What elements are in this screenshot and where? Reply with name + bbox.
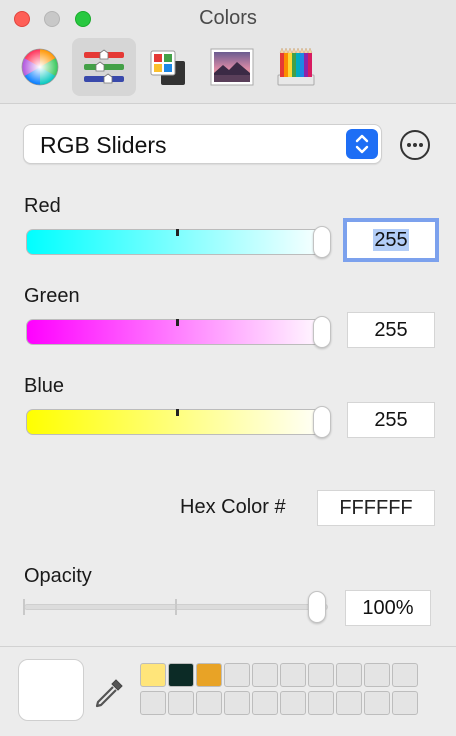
red-value-text: 255 bbox=[373, 229, 409, 251]
color-well[interactable] bbox=[364, 691, 390, 715]
opacity-value-field[interactable]: 100% bbox=[345, 590, 431, 626]
color-well[interactable] bbox=[280, 663, 306, 687]
color-well[interactable] bbox=[196, 691, 222, 715]
tab-color-sliders[interactable] bbox=[72, 38, 136, 96]
blue-slider-midpoint-tick bbox=[176, 409, 179, 416]
blue-value-field[interactable]: 255 bbox=[347, 402, 435, 438]
ellipsis-circle-icon bbox=[407, 143, 423, 147]
color-well[interactable] bbox=[196, 663, 222, 687]
green-value-field[interactable]: 255 bbox=[347, 312, 435, 348]
tab-color-wheel[interactable] bbox=[8, 38, 72, 96]
blue-slider-track[interactable] bbox=[26, 409, 329, 435]
color-well[interactable] bbox=[168, 691, 194, 715]
hex-color-field[interactable]: FFFFFF bbox=[317, 490, 435, 526]
opacity-tick-min bbox=[23, 599, 25, 615]
color-mode-popup[interactable]: RGB Sliders bbox=[23, 124, 382, 164]
color-well[interactable] bbox=[308, 663, 334, 687]
tab-pencils[interactable] bbox=[264, 38, 328, 96]
color-well[interactable] bbox=[224, 663, 250, 687]
green-slider-knob[interactable] bbox=[313, 316, 331, 348]
color-well[interactable] bbox=[140, 691, 166, 715]
window-title: Colors bbox=[199, 7, 257, 29]
red-value-field[interactable]: 255 bbox=[343, 218, 439, 262]
tab-color-palettes[interactable] bbox=[136, 38, 200, 96]
color-mode-label: RGB Sliders bbox=[40, 132, 167, 158]
red-slider-knob[interactable] bbox=[313, 226, 331, 258]
palettes-icon bbox=[150, 50, 185, 85]
opacity-label: Opacity bbox=[24, 565, 92, 587]
color-well[interactable] bbox=[336, 691, 362, 715]
color-well[interactable] bbox=[168, 663, 194, 687]
green-slider-track[interactable] bbox=[26, 319, 329, 345]
image-icon bbox=[210, 48, 254, 86]
color-wheel-icon bbox=[21, 48, 59, 86]
color-well[interactable] bbox=[336, 663, 362, 687]
opacity-slider-knob[interactable] bbox=[308, 591, 326, 623]
color-well[interactable] bbox=[280, 691, 306, 715]
color-well[interactable] bbox=[252, 663, 278, 687]
green-label: Green bbox=[24, 285, 80, 307]
red-slider-track[interactable] bbox=[26, 229, 329, 255]
color-well[interactable] bbox=[252, 691, 278, 715]
tab-image-palettes[interactable] bbox=[200, 38, 264, 96]
opacity-tick-mid bbox=[175, 599, 177, 615]
color-well[interactable] bbox=[140, 663, 166, 687]
green-slider-midpoint-tick bbox=[176, 319, 179, 326]
bottom-separator bbox=[0, 646, 456, 647]
color-well[interactable] bbox=[392, 691, 418, 715]
eyedropper-button[interactable] bbox=[92, 676, 126, 715]
red-label: Red bbox=[24, 195, 61, 217]
color-well[interactable] bbox=[224, 691, 250, 715]
pencils-icon bbox=[277, 47, 315, 86]
color-well[interactable] bbox=[308, 691, 334, 715]
up-down-chevron-icon bbox=[346, 129, 378, 159]
red-slider-midpoint-tick bbox=[176, 229, 179, 236]
eyedropper-icon bbox=[95, 679, 123, 708]
more-options-button[interactable] bbox=[400, 130, 430, 160]
hex-color-label: Hex Color # bbox=[180, 496, 286, 518]
saved-color-wells bbox=[140, 663, 418, 715]
blue-slider-knob[interactable] bbox=[313, 406, 331, 438]
color-well[interactable] bbox=[364, 663, 390, 687]
sliders-icon bbox=[84, 49, 124, 84]
color-well[interactable] bbox=[392, 663, 418, 687]
blue-label: Blue bbox=[24, 375, 65, 397]
current-color-swatch[interactable] bbox=[18, 659, 84, 721]
